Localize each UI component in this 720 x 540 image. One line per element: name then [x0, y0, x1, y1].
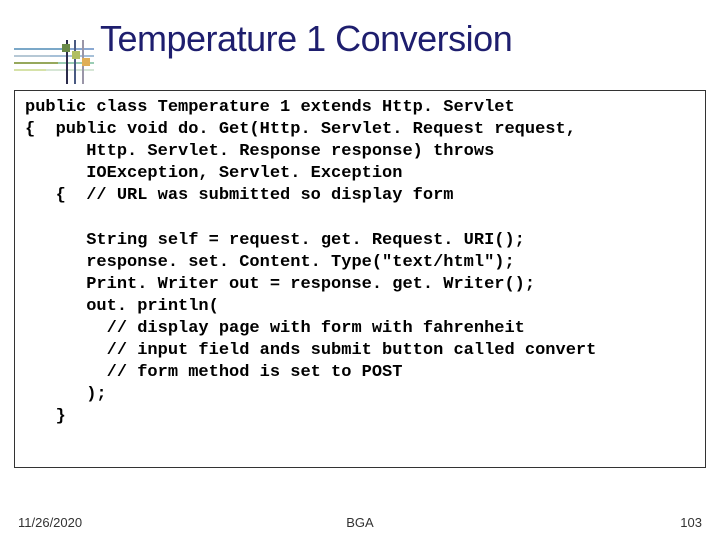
code-line: response. set. Content. Type("text/html"… — [25, 253, 515, 272]
code-line: { // URL was submitted so display form — [25, 186, 453, 205]
code-line: Print. Writer out = response. get. Write… — [25, 275, 535, 294]
deco-square — [62, 44, 70, 52]
code-box: public class Temperature 1 extends Http.… — [14, 90, 706, 468]
deco-line — [74, 40, 76, 84]
code-content: public class Temperature 1 extends Http.… — [25, 97, 695, 428]
code-line: { public void do. Get(Http. Servlet. Req… — [25, 120, 576, 139]
footer-center: BGA — [0, 515, 720, 530]
code-line: public class Temperature 1 extends Http.… — [25, 98, 515, 117]
footer-page-number: 103 — [680, 515, 702, 530]
code-line: String self = request. get. Request. URI… — [25, 231, 525, 250]
code-line: // display page with form with fahrenhei… — [25, 319, 525, 338]
code-line: Http. Servlet. Response response) throws — [25, 142, 494, 161]
code-line: // input field ands submit button called… — [25, 341, 596, 360]
footer: 11/26/2020 BGA 103 — [0, 510, 720, 530]
deco-square — [82, 58, 90, 66]
code-line: // form method is set to POST — [25, 363, 402, 382]
code-line: out. println( — [25, 297, 219, 316]
code-line: ); — [25, 385, 107, 404]
title-decoration — [14, 48, 94, 84]
slide-title: Temperature 1 Conversion — [100, 18, 700, 60]
slide: Temperature 1 Conversion public class Te… — [0, 0, 720, 540]
deco-square — [72, 51, 80, 59]
code-line: IOException, Servlet. Exception — [25, 164, 402, 183]
code-line: } — [25, 407, 66, 426]
